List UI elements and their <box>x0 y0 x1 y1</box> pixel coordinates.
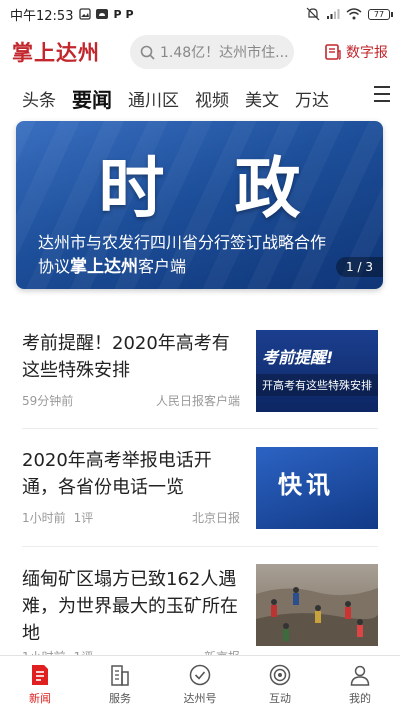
news-icon <box>32 665 48 685</box>
signal-icon <box>327 9 340 19</box>
thumbnail-text: 考前提醒! <box>262 348 334 367</box>
tabs-fade <box>330 80 370 116</box>
divider <box>22 546 378 547</box>
tab-important-news[interactable]: 要闻 <box>72 84 112 113</box>
news-source: 北京日报 <box>191 511 240 525</box>
search-bar[interactable]: 1.48亿！达州市住... <box>130 35 294 69</box>
p-notification-icon: P <box>113 7 122 21</box>
tab-wanyuan[interactable]: 万达 <box>295 86 329 111</box>
nav-news-label: 新闻 <box>29 692 51 705</box>
news-meta: 1小时前 1评 北京日报 <box>22 509 240 526</box>
channel-tabs: 头条 要闻 通川区 视频 美文 万达 <box>0 80 400 116</box>
news-item[interactable]: 考前提醒！2020年高考有这些特殊安排 59分钟前 人民日报客户端 考前提醒! … <box>22 330 378 414</box>
app-logo: 掌上达州 <box>12 40 100 65</box>
battery-level: 77 <box>373 9 385 19</box>
tab-headlines[interactable]: 头条 <box>22 86 56 111</box>
channel-menu-icon[interactable] <box>374 86 390 102</box>
news-title: 考前提醒！2020年高考有这些特殊安排 <box>22 333 230 381</box>
nav-profile-label: 我的 <box>349 692 371 705</box>
digital-paper-label: 数字报 <box>346 45 388 61</box>
target-icon <box>269 664 291 686</box>
image-notification-icon <box>79 8 92 20</box>
divider <box>22 428 378 429</box>
mute-icon <box>306 7 320 21</box>
cloud-notification-icon <box>96 9 109 19</box>
tab-essays[interactable]: 美文 <box>245 86 279 111</box>
news-item[interactable]: 2020年高考举报电话开通，各省份电话一览 1小时前 1评 北京日报 快讯 <box>22 447 378 531</box>
thumbnail-text: 快讯 <box>278 470 334 499</box>
status-bar: 中午12:53 P P 77 <box>0 0 400 28</box>
p-notification-icon: P <box>125 7 134 21</box>
tab-video[interactable]: 视频 <box>195 86 229 111</box>
mine-scene-image <box>256 587 378 646</box>
search-placeholder: 1.48亿！达州市住... <box>160 45 289 61</box>
notification-icons: P P <box>79 7 134 21</box>
thumbnail-subtext: 开高考有这些特殊安排 <box>256 374 378 396</box>
news-thumbnail-photo <box>256 564 378 646</box>
news-thumbnail: 考前提醒! 开高考有这些特殊安排 <box>256 330 378 412</box>
news-time: 1小时前 <box>22 511 66 525</box>
newspaper-icon <box>325 44 341 60</box>
wifi-icon <box>346 8 362 20</box>
tab-tongchuan[interactable]: 通川区 <box>128 86 179 111</box>
building-icon <box>111 665 129 686</box>
search-icon <box>140 45 155 60</box>
app-header: 掌上达州 1.48亿！达州市住... 数字报 <box>0 30 400 74</box>
status-time: 中午12:53 <box>10 8 74 24</box>
news-comments: 1评 <box>73 511 94 525</box>
news-title: 缅甸矿区塌方已致162人遇难，为世界最大的玉矿所在地 <box>22 569 238 644</box>
person-icon <box>350 665 370 686</box>
banner-watermark-suffix: 客户端 <box>138 257 187 276</box>
news-meta: 59分钟前 人民日报客户端 <box>22 392 240 409</box>
news-item[interactable]: 缅甸矿区塌方已致162人遇难，为世界最大的玉矿所在地 1小时前 1评 新京报 <box>22 564 378 664</box>
digital-paper-button[interactable]: 数字报 <box>324 42 388 62</box>
check-circle-icon <box>189 664 211 686</box>
banner-graphic-text: 时政 <box>98 149 371 227</box>
nav-services-label: 服务 <box>109 692 131 705</box>
bottom-nav: 新闻 服务 达州号 互动 我的 <box>0 655 400 711</box>
battery-icon: 77 <box>368 8 393 20</box>
headline-carousel[interactable]: 时政 达州市与农发行四川省分行签订战略合作协议掌上达州客户端 1 / 3 <box>16 121 383 289</box>
nav-interaction-label: 互动 <box>269 692 291 705</box>
nav-interaction[interactable]: 互动 <box>240 656 320 711</box>
news-time: 59分钟前 <box>22 394 74 408</box>
nav-services[interactable]: 服务 <box>80 656 160 711</box>
nav-profile[interactable]: 我的 <box>320 656 400 711</box>
nav-news[interactable]: 新闻 <box>0 656 80 711</box>
banner-caption: 达州市与农发行四川省分行签订战略合作协议掌上达州客户端 <box>38 231 338 279</box>
news-source: 人民日报客户端 <box>155 394 240 408</box>
carousel-pager: 1 / 3 <box>336 257 383 277</box>
news-thumbnail: 快讯 <box>256 447 378 529</box>
nav-dazhou-accounts[interactable]: 达州号 <box>160 656 240 711</box>
nav-dazhou-label: 达州号 <box>183 692 217 705</box>
news-title: 2020年高考举报电话开通，各省份电话一览 <box>22 450 212 498</box>
banner-watermark: 掌上达州 <box>70 257 139 277</box>
